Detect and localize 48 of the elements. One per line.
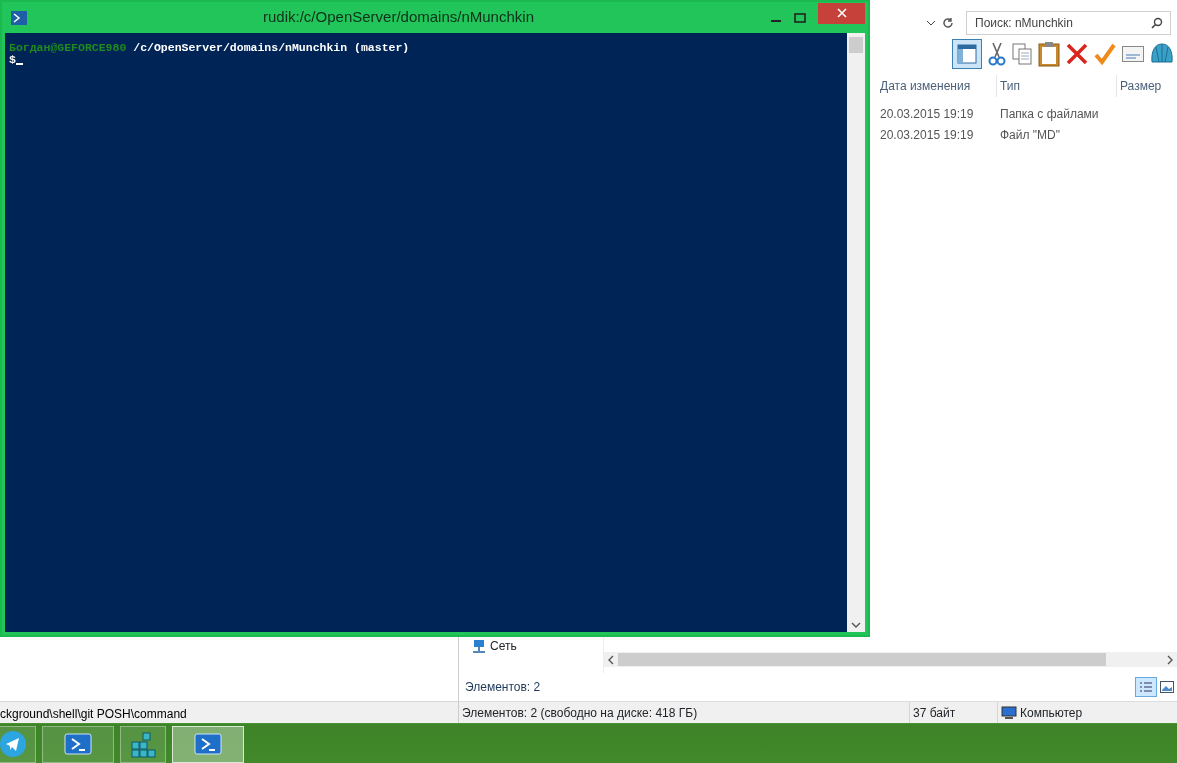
console-text: /c/OpenServer/domains/nMunchkin (master) (132, 42, 410, 54)
type-cell-text: Папка с файлами (999, 105, 1099, 123)
cursor (15, 63, 23, 65)
nav-item[interactable]: Сеть (490, 637, 517, 655)
checkmark-icon[interactable] (1094, 43, 1116, 65)
terminal-icon (11, 10, 27, 25)
x-icon[interactable] (1066, 43, 1088, 65)
terminal-icon (194, 730, 222, 758)
date-cell-text: 20.03.2015 19:19 (879, 105, 975, 123)
maximize-icon[interactable] (794, 12, 806, 23)
horizontal-scrollbar[interactable] (604, 652, 1177, 667)
taskbar-button[interactable] (120, 725, 166, 763)
status-text: 37 байт (913, 704, 956, 722)
column-header[interactable]: Дата изменения (877, 75, 997, 97)
close-icon[interactable] (836, 8, 847, 18)
column-header[interactable]: Тип (997, 75, 1117, 97)
card-icon[interactable] (1122, 46, 1144, 62)
console-text: $ (9, 54, 16, 66)
status-text: Элементов: 2 (свободно на диске: 418 ГБ) (462, 704, 698, 722)
dropdown-icon[interactable] (926, 20, 936, 26)
type-cell-text: Файл "MD" (999, 126, 1061, 144)
copy-icon[interactable] (1012, 43, 1032, 65)
layout-icon[interactable] (952, 39, 982, 69)
status-text: Компьютер (1020, 704, 1083, 722)
scrollbar-thumb[interactable] (618, 653, 1106, 666)
thumbnail-view-icon[interactable] (1160, 681, 1174, 693)
paper-plane-icon (0, 730, 27, 758)
terminal-icon (64, 730, 92, 758)
scissors-icon[interactable] (988, 42, 1006, 66)
date-cell-text: 20.03.2015 19:19 (879, 126, 975, 144)
close-button[interactable] (818, 2, 865, 24)
search-field[interactable]: Поиск: nMunchkin (966, 11, 1171, 35)
column-header[interactable]: Размер (1117, 75, 1177, 97)
item-count: Элементов: 2 (464, 679, 541, 696)
clipboard-icon[interactable] (1038, 41, 1060, 67)
computer-icon (1001, 705, 1017, 720)
taskbar-button[interactable] (172, 725, 244, 763)
window-title: rudik:/c/OpenServer/domains/nMunchkin (262, 7, 535, 28)
scrollbar-thumb[interactable] (849, 37, 863, 53)
vertical-scrollbar[interactable] (847, 33, 865, 632)
refresh-icon[interactable] (942, 17, 954, 29)
shell-icon[interactable] (1150, 42, 1174, 66)
taskbar-button[interactable] (0, 725, 36, 763)
taskbar-button[interactable] (42, 725, 114, 763)
console-text: Богдан@GEFORCE980 (9, 42, 127, 54)
search-icon[interactable] (1151, 17, 1163, 29)
network-icon (471, 639, 487, 653)
cubes-icon (129, 730, 157, 758)
